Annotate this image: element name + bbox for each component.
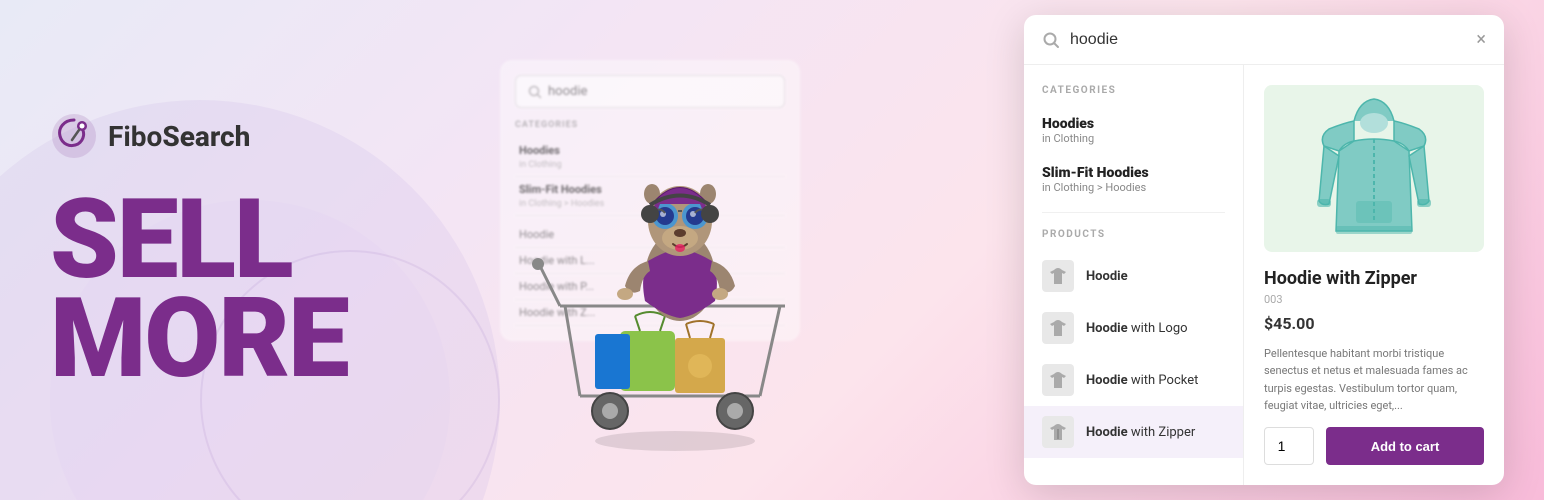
product-detail-price: $45.00 bbox=[1264, 314, 1484, 333]
product-detail-image bbox=[1264, 85, 1484, 252]
hoodie-logo-thumb-icon bbox=[1046, 316, 1070, 340]
right-section: × CATEGORIES Hoodies in Clothing Slim-Fi… bbox=[860, 15, 1544, 485]
logo-area: FiboSearch bbox=[50, 112, 430, 160]
headline-line2: MORE bbox=[50, 289, 430, 388]
category-item-hoodies[interactable]: Hoodies in Clothing bbox=[1024, 106, 1243, 155]
left-section: FiboSearch SELL MORE bbox=[0, 72, 480, 428]
category-sub-hoodies: in Clothing bbox=[1042, 132, 1225, 145]
product-name-hoodie: Hoodie bbox=[1086, 269, 1128, 284]
categories-label: CATEGORIES bbox=[1024, 81, 1243, 106]
product-item-hoodie[interactable]: Hoodie bbox=[1024, 250, 1243, 302]
search-panel: × CATEGORIES Hoodies in Clothing Slim-Fi… bbox=[1024, 15, 1504, 485]
add-to-cart-button[interactable]: Add to cart bbox=[1326, 427, 1484, 465]
product-item-pocket[interactable]: Hoodie with Pocket bbox=[1024, 354, 1243, 406]
product-thumb-zipper bbox=[1042, 416, 1074, 448]
product-name-pocket: Hoodie with Pocket bbox=[1086, 373, 1198, 388]
cart-character-svg bbox=[520, 76, 820, 476]
product-thumb-hoodie bbox=[1042, 260, 1074, 292]
panel-left: CATEGORIES Hoodies in Clothing Slim-Fit … bbox=[1024, 65, 1244, 485]
category-name-hoodies: Hoodies bbox=[1042, 116, 1225, 132]
search-input-row: × bbox=[1024, 15, 1504, 65]
product-item-logo[interactable]: Hoodie with Logo bbox=[1024, 302, 1243, 354]
divider bbox=[1042, 212, 1225, 213]
headline: SELL MORE bbox=[50, 190, 430, 388]
hoodie-thumb-icon bbox=[1046, 264, 1070, 288]
product-name-logo: Hoodie with Logo bbox=[1086, 321, 1188, 336]
search-input[interactable] bbox=[1070, 31, 1466, 49]
panel-body: CATEGORIES Hoodies in Clothing Slim-Fit … bbox=[1024, 65, 1504, 485]
fibosearch-logo-icon bbox=[50, 112, 98, 160]
product-item-zipper[interactable]: Hoodie with Zipper bbox=[1024, 406, 1243, 458]
logo-text: FiboSearch bbox=[108, 120, 250, 153]
product-hoodie-illustration bbox=[1304, 91, 1444, 246]
category-name-slimfit: Slim-Fit Hoodies bbox=[1042, 165, 1225, 181]
product-detail-title: Hoodie with Zipper bbox=[1264, 268, 1484, 289]
panel-right: Hoodie with Zipper 003 $45.00 Pellentesq… bbox=[1244, 65, 1504, 485]
category-sub-slimfit: in Clothing > Hoodies bbox=[1042, 181, 1225, 194]
product-thumb-logo bbox=[1042, 312, 1074, 344]
category-item-slimfit[interactable]: Slim-Fit Hoodies in Clothing > Hoodies bbox=[1024, 155, 1243, 204]
close-icon[interactable]: × bbox=[1476, 29, 1486, 50]
middle-section: hoodie CATEGORIES Hoodiesin Clothing Sli… bbox=[480, 0, 860, 500]
add-to-cart-row: Add to cart bbox=[1264, 427, 1484, 465]
quantity-input[interactable] bbox=[1264, 427, 1314, 465]
search-icon bbox=[1042, 31, 1060, 49]
hoodie-pocket-thumb-icon bbox=[1046, 368, 1070, 392]
products-label: PRODUCTS bbox=[1024, 221, 1243, 250]
product-name-zipper: Hoodie with Zipper bbox=[1086, 425, 1195, 440]
product-detail-description: Pellentesque habitant morbi tristique se… bbox=[1264, 345, 1484, 415]
banner: FiboSearch SELL MORE hoodie CATEGORIES H… bbox=[0, 0, 1544, 500]
product-thumb-pocket bbox=[1042, 364, 1074, 396]
hoodie-zipper-thumb-icon bbox=[1046, 420, 1070, 444]
product-detail-sku: 003 bbox=[1264, 293, 1484, 306]
cart-illustration bbox=[520, 76, 820, 480]
